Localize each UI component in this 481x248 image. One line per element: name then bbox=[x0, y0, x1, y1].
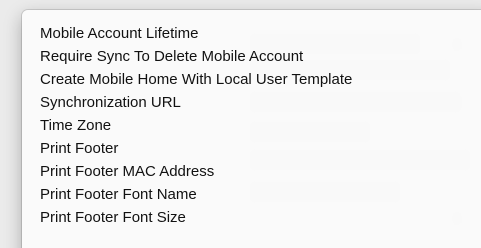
settings-popup-menu: Mobile Account Lifetime Require Sync To … bbox=[22, 10, 481, 248]
menu-item-print-footer[interactable]: Print Footer bbox=[40, 137, 118, 160]
menu-item-print-footer-font-size[interactable]: Print Footer Font Size bbox=[40, 206, 186, 229]
menu-item-create-mobile-home-with-local-user-template[interactable]: Create Mobile Home With Local User Templ… bbox=[40, 68, 352, 91]
menu-item-print-footer-mac-address[interactable]: Print Footer MAC Address bbox=[40, 160, 214, 183]
menu-item-require-sync-to-delete-mobile-account[interactable]: Require Sync To Delete Mobile Account bbox=[40, 45, 303, 68]
menu-item-print-footer-font-name[interactable]: Print Footer Font Name bbox=[40, 183, 197, 206]
screen: ⇕ ⇕ ⇕ ⇕ Mobile Account Lifetime Require … bbox=[0, 0, 481, 248]
menu-item-time-zone[interactable]: Time Zone bbox=[40, 114, 111, 137]
menu-item-mobile-account-lifetime[interactable]: Mobile Account Lifetime bbox=[40, 22, 198, 45]
menu-item-synchronization-url[interactable]: Synchronization URL bbox=[40, 91, 181, 114]
